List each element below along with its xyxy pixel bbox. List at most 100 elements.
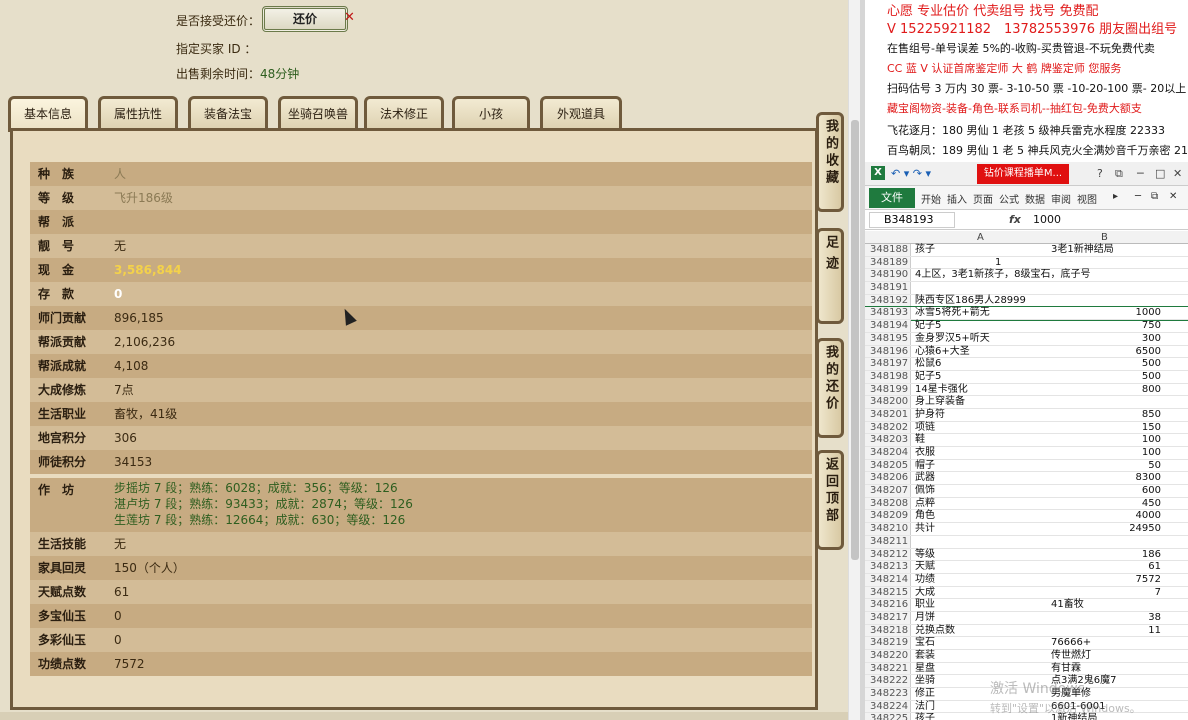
my-offers-button[interactable]: 我的还价 [816, 338, 844, 438]
cell-a[interactable]: 身上穿装备 [915, 396, 965, 409]
row-number[interactable]: 348208 [865, 497, 911, 510]
row-number[interactable]: 348219 [865, 637, 911, 649]
cell-b[interactable]: 38 [1051, 612, 1161, 625]
col-header-b[interactable]: B [1101, 231, 1108, 244]
row-number[interactable]: 348223 [865, 688, 911, 700]
cell-a[interactable]: 兑换点数 [915, 625, 955, 638]
sheet-row[interactable]: 348205 帽子 50 [865, 459, 1188, 473]
tab-attributes[interactable]: 属性抗性 [98, 96, 178, 130]
cell-a[interactable]: 心猿6+大圣 [915, 346, 970, 359]
sheet-row[interactable]: 348195 金身罗汉5+听天 300 [865, 332, 1188, 346]
cell-a[interactable]: 坐骑 [915, 675, 935, 688]
row-number[interactable]: 348224 [865, 700, 911, 713]
tab-mounts-summons[interactable]: 坐骑召唤兽 [278, 96, 358, 130]
row-number[interactable]: 348202 [865, 421, 911, 434]
sheet-row[interactable]: 348215 大成 7 [865, 586, 1188, 600]
cell-b[interactable]: 100 [1051, 447, 1161, 460]
cell-b[interactable]: 500 [1051, 371, 1161, 384]
row-number[interactable]: 348225 [865, 713, 911, 720]
row-number[interactable]: 348209 [865, 510, 911, 523]
row-number[interactable]: 348190 [865, 269, 911, 282]
cell-b[interactable]: 4000 [1051, 510, 1161, 523]
sheet-row[interactable]: 348220 套装 传世燃灯 [865, 650, 1188, 663]
restore-icon[interactable]: ⧉ [1151, 191, 1158, 202]
row-number[interactable]: 348203 [865, 434, 911, 446]
cell-b[interactable]: 61 [1051, 561, 1161, 574]
sheet-row[interactable]: 348196 心猿6+大圣 6500 [865, 345, 1188, 359]
ribbon-tab-formulas[interactable]: 公式 [999, 191, 1019, 206]
cell-a[interactable]: 点粹 [915, 498, 935, 511]
row-number[interactable]: 348211 [865, 535, 911, 548]
sheet-row[interactable]: 348192 陕西专区186男人28999 [865, 294, 1188, 308]
cell-a[interactable]: 1 [915, 257, 1001, 270]
cell-a[interactable]: 大成 [915, 587, 935, 600]
sheet-row[interactable]: 348197 松鼠6 500 [865, 358, 1188, 371]
row-number[interactable]: 348213 [865, 561, 911, 573]
sheet-row[interactable]: 348208 点粹 450 [865, 497, 1188, 511]
cell-b[interactable]: 7572 [1051, 574, 1161, 587]
cell-b[interactable]: 186 [1051, 549, 1161, 562]
sheet-row[interactable]: 348216 职业 41畜牧 [865, 599, 1188, 612]
cell-a[interactable]: 修正 [915, 688, 935, 701]
sheet-row[interactable]: 348193 冰雪5将死+箭无 1000 [865, 306, 1188, 322]
my-favorites-button[interactable]: 我的收藏 [816, 112, 844, 212]
row-number[interactable]: 348206 [865, 472, 911, 485]
footprints-button[interactable]: 足迹 [816, 228, 844, 324]
cell-b[interactable]: 有甘霖 [1051, 663, 1161, 676]
cell-b[interactable]: 7 [1051, 587, 1161, 600]
cell-b[interactable]: 6500 [1051, 346, 1161, 359]
cell-b[interactable]: 100 [1051, 434, 1161, 447]
sheet-row[interactable]: 348207 佩饰 600 [865, 485, 1188, 498]
sheet-row[interactable]: 348211 [865, 535, 1188, 549]
tab-child[interactable]: 小孩 [452, 96, 530, 130]
row-number[interactable]: 348217 [865, 611, 911, 624]
cell-b[interactable]: 300 [1051, 333, 1161, 346]
tab-appearance[interactable]: 外观道具 [540, 96, 622, 130]
file-tab[interactable]: 文件 [869, 188, 915, 208]
row-number[interactable]: 348221 [865, 662, 911, 675]
ribbon-more-icon[interactable]: ▸ [1113, 191, 1118, 202]
cell-b[interactable]: 11 [1051, 625, 1161, 638]
tab-equipment[interactable]: 装备法宝 [188, 96, 268, 130]
row-number[interactable]: 348192 [865, 294, 911, 307]
cell-a[interactable]: 护身符 [915, 409, 945, 422]
sheet-row[interactable]: 348221 星盘 有甘霖 [865, 662, 1188, 676]
maximize-icon[interactable]: □ [1155, 167, 1165, 180]
cell-b[interactable]: 600 [1051, 485, 1161, 498]
cell-a[interactable]: 共计 [915, 523, 935, 536]
ribbon-tab-view[interactable]: 视图 [1077, 191, 1097, 206]
close-icon[interactable]: ✕ [344, 10, 355, 25]
ribbon-tab-home[interactable]: 开始 [921, 191, 941, 206]
row-number[interactable]: 348191 [865, 282, 911, 294]
back-to-top-button[interactable]: 返回顶部 [816, 450, 844, 550]
cell-a[interactable]: 妃子5 [915, 371, 941, 384]
cell-a[interactable]: 帽子 [915, 460, 935, 473]
close-workbook-icon[interactable]: ✕ [1169, 191, 1177, 202]
cell-a[interactable]: 项链 [915, 422, 935, 435]
sheet-row[interactable]: 348214 功绩 7572 [865, 573, 1188, 587]
cell-a[interactable]: 职业 [915, 599, 935, 612]
minimize-ribbon-icon[interactable]: ─ [1135, 191, 1141, 202]
row-number[interactable]: 348220 [865, 650, 911, 662]
ribbon-tab-insert[interactable]: 插入 [947, 191, 967, 206]
cell-b[interactable]: 50 [1051, 460, 1161, 473]
row-number[interactable]: 348188 [865, 244, 911, 256]
cell-b[interactable]: 500 [1051, 358, 1161, 371]
cell-a[interactable]: 孩子 [915, 713, 935, 720]
row-number[interactable]: 348214 [865, 573, 911, 586]
col-header-a[interactable]: A [977, 231, 984, 244]
cell-b[interactable]: 3老1新神结局 [1051, 244, 1161, 257]
minimize-icon[interactable]: ─ [1137, 167, 1144, 180]
sheet-row[interactable]: 348199 14星卡强化 800 [865, 383, 1188, 397]
sheet-row[interactable]: 348201 护身符 850 [865, 408, 1188, 422]
sheet-row[interactable]: 348204 衣服 100 [865, 447, 1188, 460]
cell-a[interactable]: 天赋 [915, 561, 935, 574]
cell-a[interactable]: 松鼠6 [915, 358, 941, 371]
ribbon-tab-data[interactable]: 数据 [1025, 191, 1045, 206]
cell-a[interactable]: 金身罗汉5+听天 [915, 333, 990, 346]
row-number[interactable]: 348194 [865, 320, 911, 332]
cell-b[interactable]: 150 [1051, 422, 1161, 435]
sheet-row[interactable]: 348209 角色 4000 [865, 510, 1188, 524]
sheet-row[interactable]: 348213 天赋 61 [865, 561, 1188, 574]
row-number[interactable]: 348197 [865, 358, 911, 370]
